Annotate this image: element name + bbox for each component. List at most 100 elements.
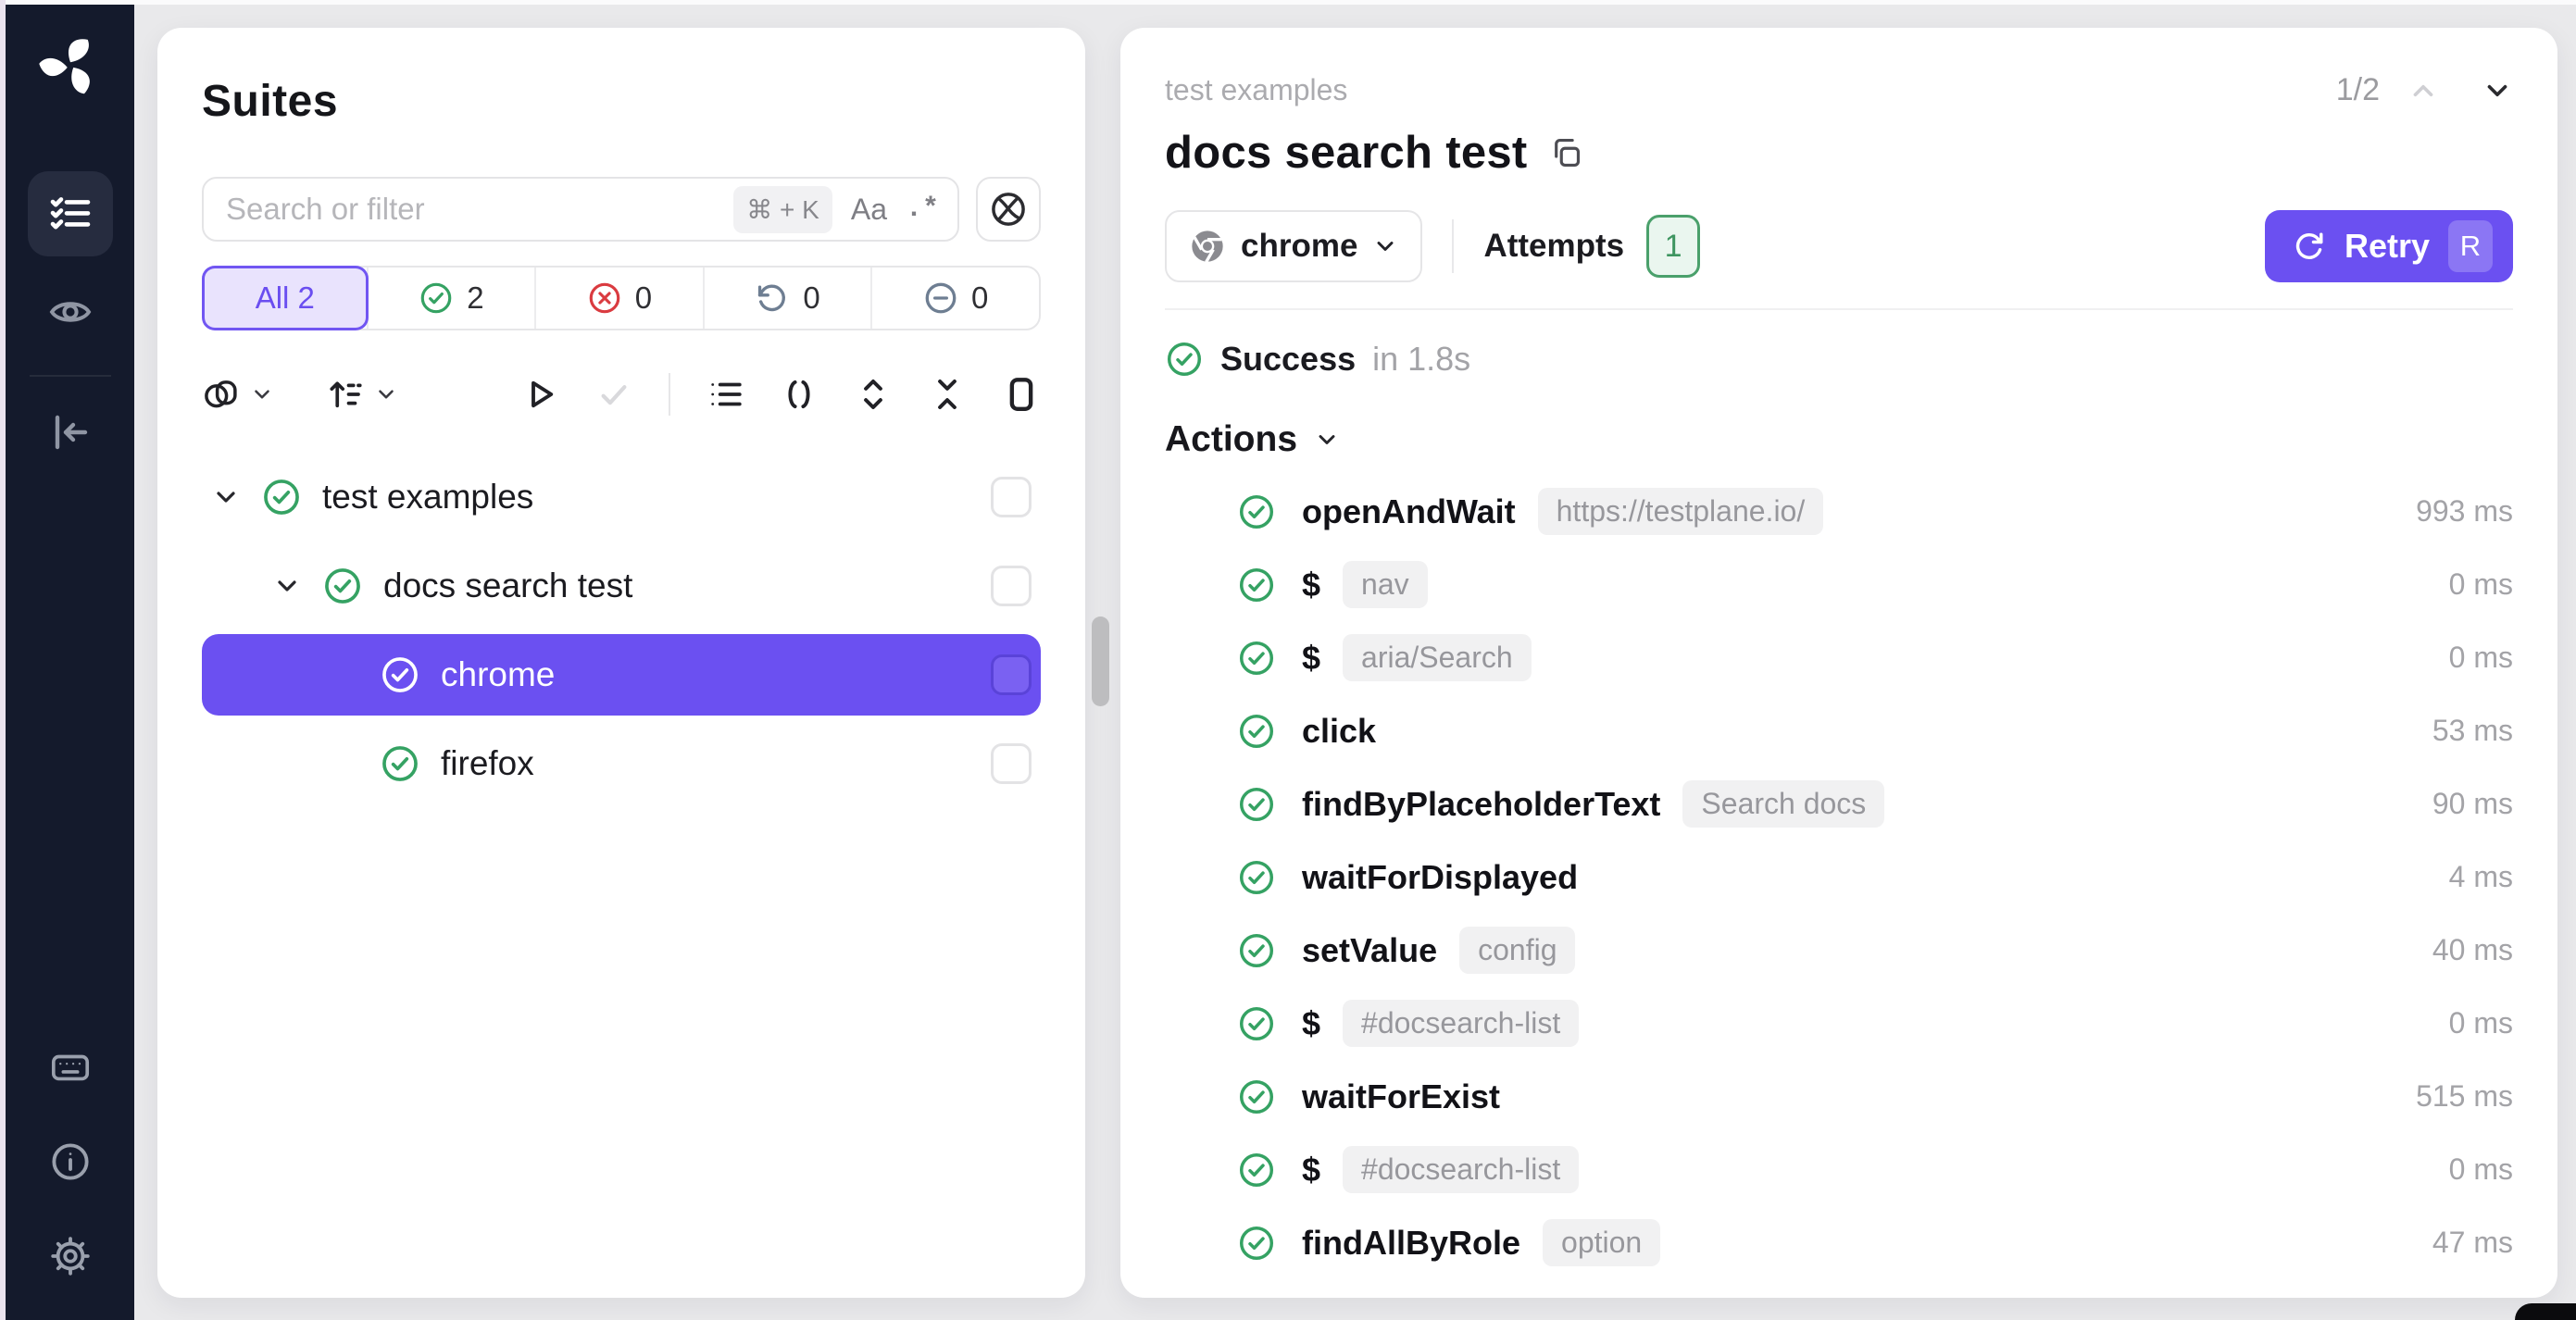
browser-select[interactable]: chrome bbox=[1165, 210, 1422, 282]
eye-visual-checks-icon[interactable] bbox=[48, 290, 93, 334]
passed-status-icon bbox=[1237, 1151, 1276, 1189]
collapse-panel-icon[interactable] bbox=[48, 410, 93, 455]
filter-failed[interactable]: 0 bbox=[534, 268, 703, 329]
action-argument-badge: Search docs bbox=[1682, 780, 1884, 828]
filter-skipped[interactable]: 0 bbox=[870, 268, 1039, 329]
tree-row[interactable]: chrome bbox=[202, 634, 1041, 716]
passed-status-icon bbox=[1237, 1004, 1276, 1043]
chevron-down-icon bbox=[250, 382, 274, 406]
action-argument-badge: config bbox=[1459, 927, 1575, 974]
search-input[interactable] bbox=[226, 192, 715, 227]
breadcrumb: test examples bbox=[1165, 73, 1347, 107]
chevron-down-icon[interactable] bbox=[211, 482, 241, 512]
regex-toggle[interactable]: .* bbox=[906, 193, 939, 225]
action-row[interactable]: click 53 ms bbox=[1165, 694, 2513, 767]
action-row[interactable]: $ #docsearch-list 0 ms bbox=[1165, 987, 2513, 1060]
group-brackets-icon[interactable] bbox=[780, 375, 819, 414]
screen-edge-top bbox=[6, 0, 2576, 5]
info-icon[interactable] bbox=[49, 1140, 92, 1183]
action-row[interactable]: $ aria/Search 0 ms bbox=[1165, 621, 2513, 694]
action-duration: 0 ms bbox=[2449, 1152, 2513, 1187]
action-argument-badge: option bbox=[1543, 1219, 1660, 1266]
collapse-all-icon[interactable] bbox=[928, 375, 967, 414]
expand-all-icon[interactable] bbox=[854, 375, 893, 414]
passed-status-icon bbox=[1237, 639, 1276, 678]
sidebar-item-suites[interactable] bbox=[28, 171, 113, 256]
chevron-down-icon bbox=[1372, 233, 1398, 259]
passed-status-icon bbox=[380, 743, 420, 784]
suites-panel: Suites ⌘ + K Aa .* All 2 2 bbox=[157, 28, 1085, 1298]
keyboard-shortcuts-icon[interactable] bbox=[49, 1046, 92, 1089]
list-view-icon[interactable] bbox=[706, 375, 744, 414]
gear-settings-icon[interactable] bbox=[49, 1235, 92, 1277]
tree-row[interactable]: firefox bbox=[202, 723, 1041, 804]
filter-failed-count: 0 bbox=[635, 280, 652, 316]
status-duration: in 1.8s bbox=[1372, 340, 1470, 379]
action-row[interactable]: waitForExist 515 ms bbox=[1165, 1060, 2513, 1133]
action-name: setValue bbox=[1302, 931, 1437, 970]
action-row[interactable]: $ #docsearch-list 0 ms bbox=[1165, 1133, 2513, 1206]
passed-status-icon bbox=[322, 566, 363, 606]
suites-tree: test examples docs search test chrome bbox=[202, 456, 1041, 804]
tree-item-checkbox[interactable] bbox=[991, 654, 1032, 695]
browsers-dropdown[interactable] bbox=[202, 375, 274, 414]
run-checked-icon[interactable] bbox=[594, 375, 633, 414]
action-row[interactable]: openAndWait https://testplane.io/ 993 ms bbox=[1165, 475, 2513, 548]
action-row[interactable]: findAllByRole option 47 ms bbox=[1165, 1206, 2513, 1279]
chevron-down-icon bbox=[374, 382, 398, 406]
action-name: $ bbox=[1302, 1004, 1320, 1043]
check-circle-icon bbox=[419, 280, 454, 316]
attempt-badge[interactable]: 1 bbox=[1646, 215, 1700, 278]
action-row[interactable]: waitForDisplayed 4 ms bbox=[1165, 841, 2513, 914]
passed-status-icon bbox=[1237, 712, 1276, 751]
chevron-down-icon[interactable] bbox=[272, 571, 302, 601]
action-row[interactable]: findByPlaceholderText Search docs 90 ms bbox=[1165, 767, 2513, 841]
tree-item-checkbox[interactable] bbox=[991, 566, 1032, 606]
copy-test-name-button[interactable] bbox=[1548, 135, 1583, 170]
action-name: $ bbox=[1302, 1151, 1320, 1189]
sort-dropdown[interactable] bbox=[326, 375, 398, 414]
filter-retried-count: 0 bbox=[803, 280, 819, 316]
search-box: ⌘ + K Aa .* bbox=[202, 177, 959, 242]
action-duration: 4 ms bbox=[2449, 860, 2513, 894]
header-divider bbox=[1165, 308, 2513, 310]
tree-toolbar bbox=[202, 373, 1041, 416]
passed-status-icon bbox=[1237, 1077, 1276, 1116]
action-duration: 993 ms bbox=[2416, 494, 2513, 529]
filter-all[interactable]: All 2 bbox=[202, 266, 369, 330]
passed-status-icon bbox=[1237, 931, 1276, 970]
action-name: click bbox=[1302, 712, 1376, 751]
filter-retried[interactable]: 0 bbox=[703, 268, 871, 329]
action-name: findByPlaceholderText bbox=[1302, 785, 1660, 824]
action-argument-badge: https://testplane.io/ bbox=[1538, 488, 1824, 535]
action-row[interactable]: $ nav 0 ms bbox=[1165, 548, 2513, 621]
viewport-icon[interactable] bbox=[1002, 375, 1041, 414]
browsers-icon bbox=[202, 375, 241, 414]
actions-section-title: Actions bbox=[1165, 419, 1297, 460]
tree-row[interactable]: test examples bbox=[202, 456, 1041, 538]
tree-item-checkbox[interactable] bbox=[991, 743, 1032, 784]
retry-button[interactable]: Retry R bbox=[2265, 210, 2513, 282]
action-duration: 53 ms bbox=[2432, 714, 2513, 748]
filter-passed[interactable]: 2 bbox=[367, 268, 535, 329]
pager-next-icon[interactable] bbox=[2482, 75, 2513, 106]
screen-edge-left bbox=[0, 0, 6, 1320]
case-sensitivity-toggle[interactable]: Aa bbox=[851, 193, 887, 227]
browser-select-value: chrome bbox=[1241, 228, 1357, 265]
actions-list: openAndWait https://testplane.io/ 993 ms… bbox=[1165, 475, 2513, 1279]
passed-status-icon bbox=[1237, 492, 1276, 531]
tree-row[interactable]: docs search test bbox=[202, 545, 1041, 627]
toolbar-divider bbox=[669, 373, 670, 416]
tree-item-checkbox[interactable] bbox=[991, 477, 1032, 517]
action-duration: 90 ms bbox=[2432, 787, 2513, 821]
actions-section-toggle[interactable]: Actions bbox=[1165, 419, 2513, 460]
panel-scrollbar-thumb[interactable] bbox=[1092, 616, 1109, 706]
success-status-icon bbox=[1165, 340, 1204, 379]
tree-item-label: firefox bbox=[441, 744, 534, 783]
pager-prev-icon[interactable] bbox=[2407, 75, 2439, 106]
action-row[interactable]: setValue config 40 ms bbox=[1165, 914, 2513, 987]
passed-status-icon bbox=[380, 654, 420, 695]
filter-skipped-count: 0 bbox=[971, 280, 988, 316]
run-tests-icon[interactable] bbox=[520, 375, 559, 414]
scope-filter-button[interactable] bbox=[976, 177, 1041, 242]
